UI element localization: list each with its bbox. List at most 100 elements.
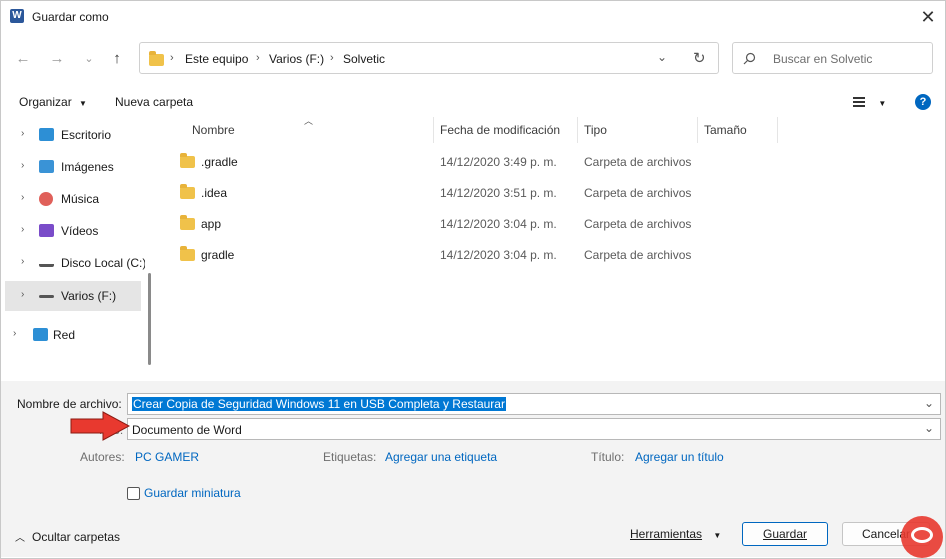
file-name: app [201, 217, 222, 231]
file-row[interactable]: .gradle 14/12/2020 3:49 p. m. Carpeta de… [161, 147, 941, 177]
file-date: 14/12/2020 3:49 p. m. [440, 155, 557, 169]
sidebar-item-label: Música [61, 192, 100, 206]
caret-down-icon: ▼ [79, 99, 87, 108]
save-button[interactable]: Guardar [742, 522, 828, 546]
save-thumbnail-checkbox[interactable] [127, 487, 140, 500]
file-row[interactable]: .idea 14/12/2020 3:51 p. m. Carpeta de a… [161, 178, 941, 208]
file-row[interactable]: app 14/12/2020 3:04 p. m. Carpeta de arc… [161, 209, 941, 239]
forward-arrow-icon[interactable]: → [45, 47, 69, 71]
add-tag-link[interactable]: Agregar una etiqueta [385, 450, 497, 464]
column-divider[interactable] [433, 117, 434, 143]
file-type: Carpeta de archivos [584, 248, 692, 262]
chevron-right-icon: › [330, 52, 334, 64]
sidebar-item-label: Vídeos [61, 224, 99, 238]
column-divider[interactable] [577, 117, 578, 143]
chevron-up-icon[interactable]: ︿ [15, 529, 25, 544]
chevron-down-icon: ⌄ [924, 396, 935, 410]
folder-icon [180, 215, 195, 230]
chevron-right-icon: › [13, 328, 17, 339]
file-date: 14/12/2020 3:04 p. m. [440, 248, 557, 262]
chevron-down-icon: ⌄ [924, 421, 935, 435]
word-icon: W [10, 9, 24, 23]
chevron-right-icon: › [170, 52, 174, 64]
up-arrow-icon[interactable]: ↑ [105, 47, 129, 71]
hide-folders-button[interactable]: Ocultar carpetas [32, 530, 120, 544]
sidebar-item-varios[interactable]: › Varios (F:) [5, 281, 141, 311]
authors-value[interactable]: PC GAMER [135, 450, 199, 464]
logo-mark [911, 527, 933, 543]
file-row[interactable]: gradle 14/12/2020 3:04 p. m. Carpeta de … [161, 240, 941, 270]
address-dropdown-icon[interactable]: ⌄ [657, 50, 667, 64]
chevron-right-icon: › [21, 192, 25, 203]
back-arrow-icon[interactable]: ← [11, 47, 35, 71]
sidebar-item-label: Escritorio [61, 128, 112, 142]
column-header-size[interactable]: Tamaño [704, 123, 747, 137]
sidebar-item-red[interactable]: › Red [5, 320, 141, 350]
tools-label: Herramientas [630, 527, 703, 541]
column-divider[interactable] [697, 117, 698, 143]
desktop-icon [39, 128, 54, 141]
solvetic-logo [901, 516, 943, 558]
address-bar[interactable]: › Este equipo › Varios (F:) › Solvetic ⌄… [139, 42, 719, 74]
sidebar-item-videos[interactable]: › Vídeos [5, 216, 141, 246]
search-placeholder: Buscar en Solvetic [773, 52, 873, 66]
organize-menu[interactable]: Organizar ▼ [19, 95, 87, 109]
save-options-panel: Nombre de archivo: Crear Copia de Seguri… [1, 381, 945, 557]
file-type-select[interactable]: Documento de Word ⌄ [127, 418, 941, 440]
chevron-right-icon: › [21, 160, 25, 171]
breadcrumb-solvetic[interactable]: Solvetic [343, 52, 385, 66]
sidebar-item-escritorio[interactable]: › Escritorio [5, 120, 141, 150]
caret-down-icon: ▼ [878, 99, 887, 108]
add-title-link[interactable]: Agregar un título [635, 450, 724, 464]
search-box[interactable]: Buscar en Solvetic [732, 42, 933, 74]
save-thumbnail-label[interactable]: Guardar miniatura [144, 486, 241, 500]
sidebar-item-imagenes[interactable]: › Imágenes [5, 152, 141, 182]
breadcrumb-varios[interactable]: Varios (F:) [269, 52, 324, 66]
organize-label: Organizar [19, 95, 72, 109]
file-type: Carpeta de archivos [584, 217, 692, 231]
file-date: 14/12/2020 3:04 p. m. [440, 217, 557, 231]
chevron-right-icon: › [256, 52, 260, 64]
view-options-button[interactable]: ▼ [853, 96, 886, 110]
title-label: Título: [591, 450, 625, 464]
title-bar: W Guardar como ✕ [1, 1, 945, 33]
filename-label: Nombre de archivo: [17, 397, 122, 411]
sort-ascending-icon: ︿ [304, 116, 314, 126]
filename-input[interactable]: Crear Copia de Seguridad Windows 11 en U… [127, 393, 941, 415]
red-arrow-icon [70, 411, 131, 441]
file-type: Carpeta de archivos [584, 155, 692, 169]
music-icon [39, 192, 53, 206]
drive-c-icon [39, 258, 54, 267]
close-button[interactable]: ✕ [913, 3, 943, 31]
pictures-icon [39, 160, 54, 173]
column-header-type[interactable]: Tipo [584, 123, 607, 137]
dialog-title: Guardar como [32, 10, 109, 24]
drive-f-icon [39, 295, 54, 298]
authors-label: Autores: [80, 450, 125, 464]
recent-locations-chevron-icon[interactable]: ⌄ [77, 47, 101, 71]
search-icon [743, 52, 756, 65]
folder-icon [180, 246, 195, 261]
column-header-date[interactable]: Fecha de modificación [440, 123, 560, 137]
sidebar-scrollbar[interactable] [148, 273, 151, 365]
chevron-right-icon: › [21, 289, 25, 300]
chevron-right-icon: › [21, 128, 25, 139]
filename-value: Crear Copia de Seguridad Windows 11 en U… [132, 397, 506, 411]
sidebar-item-musica[interactable]: › Música [5, 184, 141, 214]
refresh-icon[interactable]: ↻ [693, 49, 706, 67]
sidebar-item-label: Red [53, 328, 76, 342]
file-name: .gradle [201, 155, 238, 169]
sidebar-item-disco-local[interactable]: › Disco Local (C:) [5, 248, 145, 278]
chevron-right-icon: › [21, 224, 25, 235]
breadcrumb-este-equipo[interactable]: Este equipo [185, 52, 248, 66]
column-header-name[interactable]: Nombre [192, 123, 235, 137]
help-icon[interactable]: ? [915, 94, 931, 110]
sidebar-item-label: Disco Local (C:) [61, 256, 145, 270]
new-folder-button[interactable]: Nueva carpeta [115, 95, 193, 109]
tools-menu[interactable]: Herramientas ▼ [630, 527, 721, 541]
folder-icon [180, 184, 195, 199]
sidebar-item-label: Imágenes [61, 160, 114, 174]
column-divider[interactable] [777, 117, 778, 143]
file-name: .idea [201, 186, 228, 200]
save-as-dialog: W Guardar como ✕ ← → ⌄ ↑ › Este equipo ›… [0, 0, 946, 559]
